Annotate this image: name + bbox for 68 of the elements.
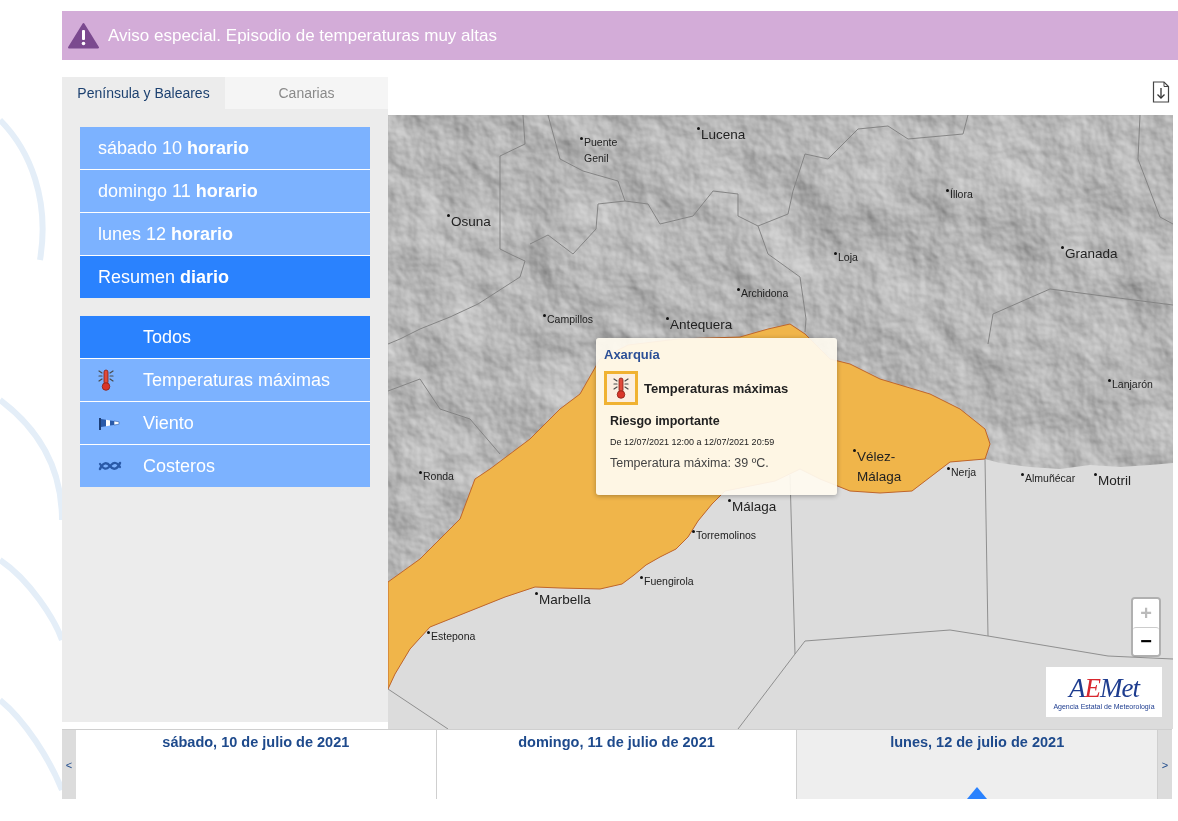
next-arrow-button[interactable]: > xyxy=(1158,730,1172,799)
filter-menu-item[interactable]: Todos xyxy=(80,316,370,358)
zoom-out-button[interactable]: − xyxy=(1133,627,1159,655)
logo-wordmark: AEMet xyxy=(1069,674,1139,702)
day-menu-item[interactable]: lunes 12 horario xyxy=(80,212,370,255)
day-menu-item[interactable]: Resumen diario xyxy=(80,255,370,298)
risk-level-text: Riesgo importante xyxy=(610,414,721,428)
city-dot-icon xyxy=(447,214,450,217)
city-dot-icon xyxy=(666,317,669,320)
city-dot-icon xyxy=(697,127,700,130)
pointer-icon xyxy=(967,787,988,799)
warning-icon xyxy=(68,22,99,49)
place-label: Antequera xyxy=(670,316,733,334)
place-label: Archidona xyxy=(741,286,789,301)
filter-menu-item[interactable]: Costeros xyxy=(80,444,370,487)
thermometer-icon xyxy=(98,369,114,391)
place-label: Vélez-Málaga xyxy=(857,448,902,486)
place-label: Campillos xyxy=(547,312,594,327)
waves-icon xyxy=(98,460,122,472)
prev-arrow-button[interactable]: < xyxy=(62,730,76,799)
place-label: Loja xyxy=(838,250,858,265)
place-label: Nerja xyxy=(951,465,977,480)
boundary-line xyxy=(388,688,449,729)
place-label: Marbella xyxy=(539,591,591,609)
city-dot-icon xyxy=(427,631,430,634)
day-menu-item[interactable]: sábado 10 horario xyxy=(80,127,370,169)
day-menu-item[interactable]: domingo 11 horario xyxy=(80,169,370,212)
filter-menu-item[interactable]: Temperaturas máximas xyxy=(80,358,370,401)
period-text: De 12/07/2021 12:00 a 12/07/2021 20:59 xyxy=(610,437,776,447)
place-label: Puente Genil xyxy=(584,135,618,166)
city-dot-icon xyxy=(692,530,695,533)
detail-text: Temperatura máxima: 39 ºC. xyxy=(610,456,770,470)
place-label: Granada xyxy=(1065,245,1118,263)
city-dot-icon xyxy=(728,499,731,502)
place-label: Osuna xyxy=(451,213,491,231)
city-dot-icon xyxy=(1108,379,1111,382)
filter-menu-item[interactable]: Viento xyxy=(80,401,370,444)
city-dot-icon xyxy=(1094,473,1097,476)
city-dot-icon xyxy=(640,576,643,579)
city-dot-icon xyxy=(543,314,546,317)
place-label: Almuñécar xyxy=(1025,471,1076,486)
city-dot-icon xyxy=(580,137,583,140)
place-label: Estepona xyxy=(431,629,476,644)
place-label: Íllora xyxy=(950,187,973,202)
place-label: Málaga xyxy=(732,498,777,516)
phenomenon-label: Temperaturas máximas xyxy=(644,380,789,396)
download-icon[interactable] xyxy=(1152,81,1170,103)
city-dot-icon xyxy=(947,467,950,470)
place-label: Ronda xyxy=(423,469,454,484)
city-dot-icon xyxy=(853,449,856,452)
city-dot-icon xyxy=(834,252,837,255)
place-label: Fuengirola xyxy=(644,574,694,589)
city-dot-icon xyxy=(737,288,740,291)
alert-text: Aviso especial. Episodio de temperaturas muy altas xyxy=(108,25,497,46)
place-label: Torremolinos xyxy=(696,528,757,543)
region-tab[interactable]: Canarias xyxy=(225,77,388,109)
day-tab[interactable]: lunes, 12 de julio de 2021 xyxy=(797,730,1158,799)
zone-title: Axarquía xyxy=(604,347,661,362)
place-label: Motril xyxy=(1098,472,1131,490)
place-label: Lucena xyxy=(701,126,746,144)
city-dot-icon xyxy=(419,471,422,474)
place-label: Lanjarón xyxy=(1112,377,1153,392)
city-dot-icon xyxy=(1021,473,1024,476)
city-dot-icon xyxy=(535,592,538,595)
city-dot-icon xyxy=(946,189,949,192)
thermometer-icon xyxy=(604,371,638,405)
windsock-icon xyxy=(98,416,120,430)
city-dot-icon xyxy=(1061,246,1064,249)
